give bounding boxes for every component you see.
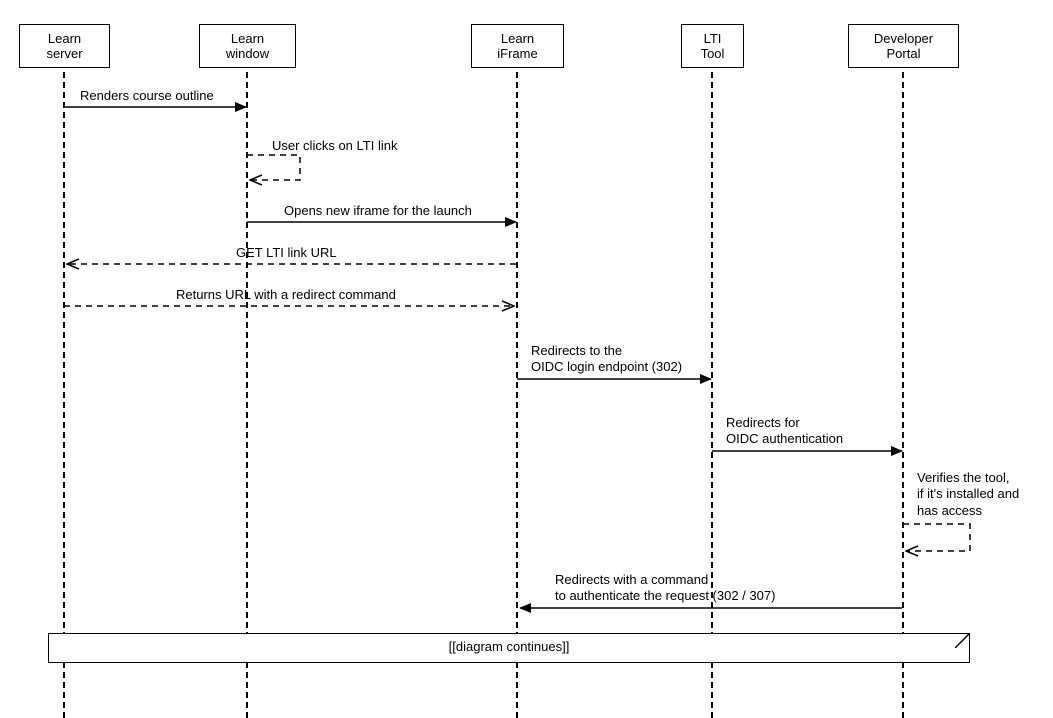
lifeline-learn-window xyxy=(246,52,248,718)
msg-redirect-oidc-auth: Redirects for OIDC authentication xyxy=(726,415,843,448)
fragment-label: [[diagram continues]] xyxy=(48,639,970,654)
participant-learn-window: Learn window xyxy=(199,24,296,68)
participant-label: Developer Portal xyxy=(874,31,933,61)
lifeline-learn-iframe xyxy=(516,52,518,718)
msg-redirect-oidc-login: Redirects to the OIDC login endpoint (30… xyxy=(531,343,682,376)
msg-get-lti-url: GET LTI link URL xyxy=(236,245,337,261)
msg-redirect-auth-req: Redirects with a command to authenticate… xyxy=(555,572,775,605)
msg-line: to authenticate the request (302 / 307) xyxy=(555,588,775,603)
msg-line: Verifies the tool, xyxy=(917,470,1010,485)
msg-user-clicks: User clicks on LTI link xyxy=(272,138,397,154)
msg-verifies: Verifies the tool, if it's installed and… xyxy=(917,470,1019,519)
participant-label: Learn server xyxy=(46,31,82,61)
msg-returns-url: Returns URL with a redirect command xyxy=(176,287,396,303)
msg-line: has access xyxy=(917,503,982,518)
msg-line: Redirects with a command xyxy=(555,572,708,587)
msg-line: if it's installed and xyxy=(917,486,1019,501)
participant-label: Learn window xyxy=(226,31,269,61)
lifeline-learn-server xyxy=(63,52,65,718)
participant-label: LTI Tool xyxy=(701,31,725,61)
msg-renders-course: Renders course outline xyxy=(80,88,214,104)
msg-line: Redirects for xyxy=(726,415,800,430)
msg-line: OIDC login endpoint (302) xyxy=(531,359,682,374)
arrows-layer xyxy=(0,0,1053,718)
participant-developer-portal: Developer Portal xyxy=(848,24,959,68)
lifeline-developer-portal xyxy=(902,52,904,718)
participant-learn-server: Learn server xyxy=(19,24,110,68)
participant-lti-tool: LTI Tool xyxy=(681,24,744,68)
participant-label: Learn iFrame xyxy=(497,31,537,61)
msg-opens-iframe: Opens new iframe for the launch xyxy=(284,203,472,219)
lifeline-lti-tool xyxy=(711,52,713,718)
sequence-diagram: Learn server Learn window Learn iFrame L… xyxy=(0,0,1053,718)
participant-learn-iframe: Learn iFrame xyxy=(471,24,564,68)
msg-line: OIDC authentication xyxy=(726,431,843,446)
msg-line: Redirects to the xyxy=(531,343,622,358)
